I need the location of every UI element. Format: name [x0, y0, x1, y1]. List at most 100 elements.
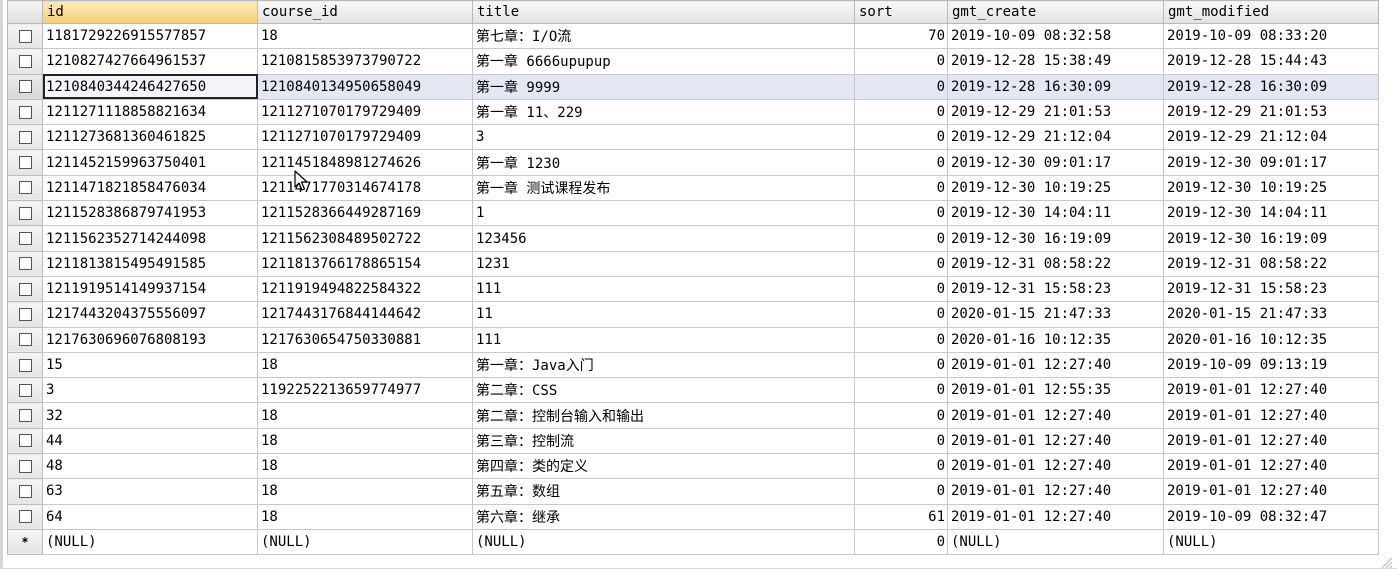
cell-course-id[interactable]: 1211528366449287169 [257, 200, 473, 227]
table-row[interactable]: 1211471821858476034 1211471770314674178 第一… [7, 174, 1379, 202]
table-row[interactable]: 1211528386879741953 1211528366449287169 1 0… [7, 200, 1379, 227]
table-row[interactable]: 1211273681360461825 1211271070179729409 3 0… [7, 124, 1379, 151]
cell-gmt-modified[interactable]: 2019-10-09 08:33:20 [1163, 22, 1379, 50]
cell-sort[interactable]: 0 [854, 250, 948, 277]
checkbox-icon[interactable] [18, 383, 32, 397]
cell-course-id[interactable]: (NULL) [257, 528, 473, 556]
checkbox-icon[interactable] [18, 459, 32, 473]
cell-title[interactable]: 第三章：控制流 [472, 427, 855, 455]
cell-id[interactable]: 1211271118858821634 [42, 98, 258, 126]
cell-sort[interactable]: 0 [854, 453, 948, 480]
row-selector[interactable] [7, 73, 43, 100]
cell-course-id[interactable]: 1211813766178865154 [257, 250, 473, 277]
cell-sort[interactable]: 0 [854, 124, 948, 151]
cell-gmt-create[interactable]: 2019-10-09 08:32:58 [947, 22, 1164, 50]
cell-gmt-create[interactable]: 2019-01-01 12:27:40 [947, 427, 1164, 455]
row-selector[interactable] [7, 275, 43, 303]
row-selector[interactable] [7, 250, 43, 277]
cell-title[interactable]: 第一章 6666upupup [472, 48, 855, 75]
cell-gmt-modified[interactable]: 2019-12-30 09:01:17 [1163, 149, 1379, 176]
cell-gmt-modified[interactable]: 2020-01-15 21:47:33 [1163, 301, 1379, 328]
cell-sort[interactable]: 0 [854, 73, 948, 100]
cell-sort[interactable]: 0 [854, 301, 948, 328]
column-header-gmt-modified[interactable]: gmt_modified [1163, 0, 1379, 24]
cell-course-id[interactable]: 18 [257, 427, 473, 455]
cell-id[interactable]: 15 [42, 351, 258, 379]
cell-id[interactable]: 3 [42, 377, 258, 404]
row-selector[interactable] [7, 301, 43, 328]
cell-sort[interactable]: 0 [854, 478, 948, 505]
cell-gmt-create[interactable]: 2019-12-31 15:58:23 [947, 275, 1164, 303]
cell-id[interactable]: 1211471821858476034 [42, 174, 258, 202]
table-row[interactable]: 48 18 第四章：类的定义 0 2019-01-01 12:27:40 2019-01-… [7, 453, 1379, 480]
cell-gmt-modified[interactable]: 2019-12-29 21:12:04 [1163, 124, 1379, 151]
cell-title[interactable]: 111 [472, 326, 855, 353]
cell-id[interactable]: 1211813815495491585 [42, 250, 258, 277]
row-selector[interactable] [7, 351, 43, 379]
cell-id[interactable]: 1211528386879741953 [42, 200, 258, 227]
cell-course-id[interactable]: 1211471770314674178 [257, 174, 473, 202]
cell-gmt-create[interactable]: 2019-12-30 14:04:11 [947, 200, 1164, 227]
cell-title[interactable]: 第六章：继承 [472, 503, 855, 530]
cell-gmt-create[interactable]: 2019-01-01 12:27:40 [947, 478, 1164, 505]
cell-course-id[interactable]: 1211271070179729409 [257, 124, 473, 151]
row-selector[interactable] [7, 48, 43, 75]
column-header-gmt-create[interactable]: gmt_create [947, 0, 1164, 24]
cell-gmt-modified[interactable]: 2019-01-01 12:27:40 [1163, 377, 1379, 404]
cell-gmt-modified[interactable]: 2019-12-30 10:19:25 [1163, 174, 1379, 202]
cell-gmt-create[interactable]: 2019-12-30 10:19:25 [947, 174, 1164, 202]
column-header-title[interactable]: title [472, 0, 855, 24]
cell-gmt-modified[interactable]: 2020-01-16 10:12:35 [1163, 326, 1379, 353]
cell-sort[interactable]: 61 [854, 503, 948, 530]
cell-title[interactable]: 123456 [472, 225, 855, 252]
cell-id[interactable]: 1211562352714244098 [42, 225, 258, 252]
cell-course-id[interactable]: 1192252213659774977 [257, 377, 473, 404]
resize-grip-icon[interactable] [1379, 555, 1393, 569]
cell-id[interactable]: 1211273681360461825 [42, 124, 258, 151]
table-row[interactable]: 15 18 第一章：Java入门 0 2019-01-01 12:27:40 2019-1… [7, 351, 1379, 379]
cell-course-id[interactable]: 18 [257, 22, 473, 50]
table-row[interactable]: 1211271118858821634 1211271070179729409 第一… [7, 98, 1379, 126]
checkbox-icon[interactable] [18, 232, 32, 246]
table-row[interactable]: 1217630696076808193 1217630654750330881 11… [7, 326, 1379, 353]
cell-gmt-create[interactable]: 2019-12-31 08:58:22 [947, 250, 1164, 277]
row-selector[interactable] [7, 98, 43, 126]
new-record-row[interactable]: * (NULL) (NULL) (NULL) 0 (NULL) (NULL) [7, 528, 1379, 556]
cell-title[interactable]: (NULL) [472, 528, 855, 556]
cell-sort[interactable]: 0 [854, 174, 948, 202]
cell-title[interactable]: 111 [472, 275, 855, 303]
cell-title[interactable]: 1 [472, 200, 855, 227]
cell-gmt-create[interactable]: (NULL) [947, 528, 1164, 556]
cell-title[interactable]: 第五章：数组 [472, 478, 855, 505]
cell-course-id[interactable]: 1211562308489502722 [257, 225, 473, 252]
table-row[interactable]: 1217443204375556097 1217443176844144642 11… [7, 301, 1379, 328]
cell-gmt-modified[interactable]: 2019-01-01 12:27:40 [1163, 453, 1379, 480]
cell-course-id[interactable]: 18 [257, 402, 473, 429]
checkbox-icon[interactable] [18, 206, 32, 220]
cell-title[interactable]: 11 [472, 301, 855, 328]
table-row[interactable]: 1211452159963750401 1211451848981274626 第一… [7, 149, 1379, 176]
row-selector[interactable] [7, 453, 43, 480]
cell-sort[interactable]: 0 [854, 427, 948, 455]
cell-sort[interactable]: 0 [854, 275, 948, 303]
row-selector[interactable] [7, 402, 43, 429]
cell-gmt-create[interactable]: 2019-01-01 12:27:40 [947, 503, 1164, 530]
cell-gmt-create[interactable]: 2019-01-01 12:27:40 [947, 351, 1164, 379]
cell-course-id[interactable]: 1210840134950658049 [257, 73, 473, 100]
checkbox-icon[interactable] [18, 333, 32, 347]
table-row[interactable]: 63 18 第五章：数组 0 2019-01-01 12:27:40 2019-01-01… [7, 478, 1379, 505]
cell-gmt-create[interactable]: 2019-12-28 15:38:49 [947, 48, 1164, 75]
row-selector[interactable] [7, 427, 43, 455]
table-row[interactable]: 3 1192252213659774977 第二章：CSS 0 2019-01-01 1… [7, 377, 1379, 404]
cell-title[interactable]: 第一章 测试课程发布 [472, 174, 855, 202]
cell-gmt-create[interactable]: 2020-01-15 21:47:33 [947, 301, 1164, 328]
table-row[interactable]: 1181729226915577857 18 第七章：I/O流 70 2019-10-0… [7, 22, 1379, 50]
cell-id[interactable]: 1210827427664961537 [42, 48, 258, 75]
cell-title[interactable]: 第二章：控制台输入和输出 [472, 402, 855, 429]
checkbox-icon[interactable] [18, 434, 32, 448]
checkbox-icon[interactable] [18, 130, 32, 144]
row-selector[interactable] [7, 200, 43, 227]
cell-id[interactable]: 32 [42, 402, 258, 429]
table-row[interactable]: 1210827427664961537 1210815853973790722 第一… [7, 48, 1379, 75]
checkbox-icon[interactable] [18, 484, 32, 498]
